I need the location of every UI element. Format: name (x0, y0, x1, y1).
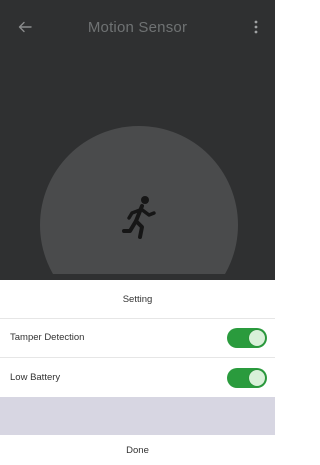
toggle-knob (249, 370, 265, 386)
toggle-knob (249, 330, 265, 346)
sheet-divider-band (0, 397, 275, 435)
app-frame: Motion Sensor Setting Tamper Detection L… (0, 0, 275, 465)
done-button[interactable]: Done (0, 435, 275, 465)
setting-row-low-battery: Low Battery (0, 358, 275, 398)
setting-row-tamper-detection: Tamper Detection (0, 318, 275, 358)
dome-clip (0, 0, 275, 274)
sheet-title: Setting (0, 280, 275, 319)
setting-label: Tamper Detection (10, 332, 85, 343)
setting-label: Low Battery (10, 372, 61, 383)
settings-sheet: Setting Tamper Detection Low Battery Don… (0, 280, 275, 465)
running-person-icon (122, 196, 156, 239)
sensor-hero-area: Motion Sensor (0, 0, 275, 287)
tamper-detection-toggle[interactable] (227, 328, 267, 348)
low-battery-toggle[interactable] (227, 368, 267, 388)
